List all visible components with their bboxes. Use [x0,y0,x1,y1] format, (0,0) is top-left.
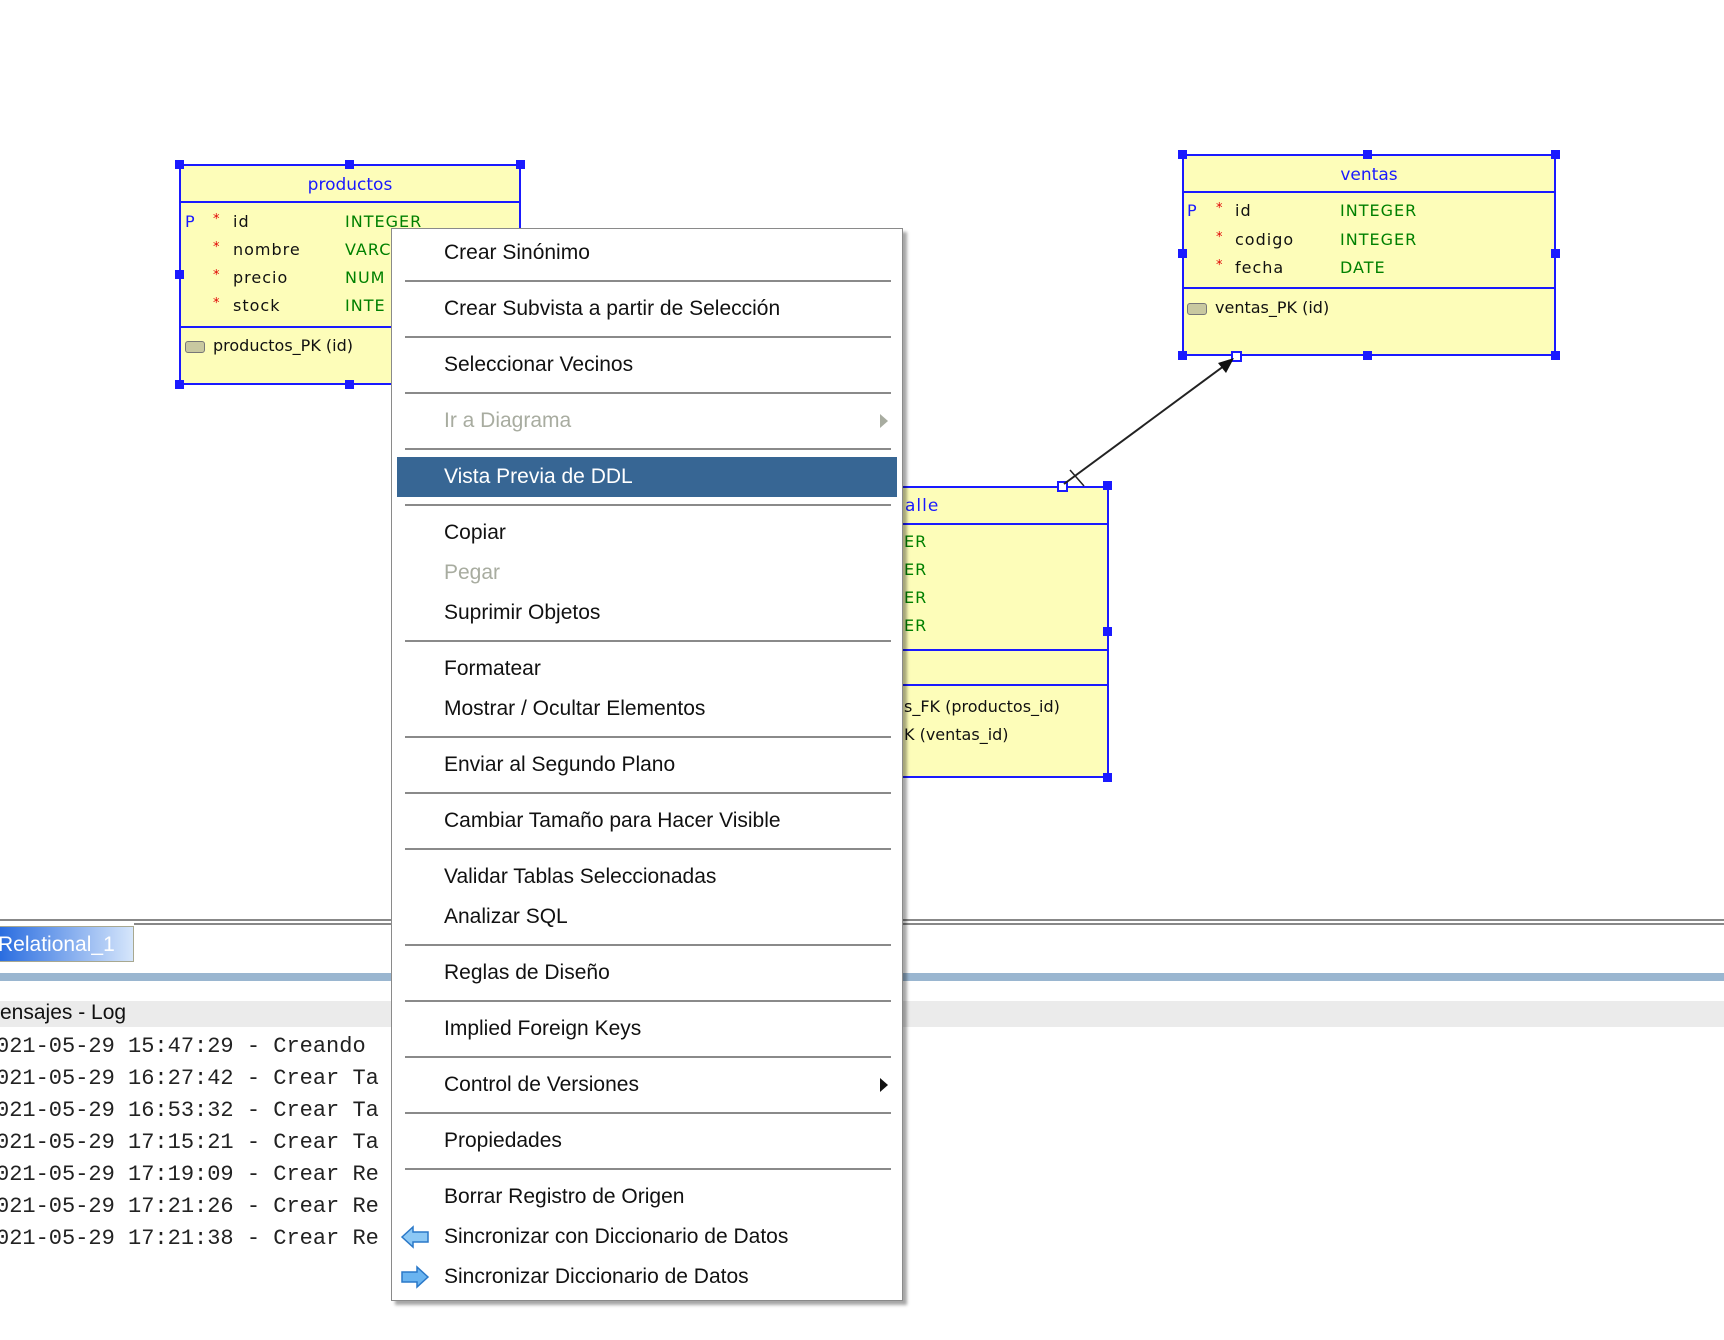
context-menu: Crear Sinónimo Crear Subvista a partir d… [391,228,903,1301]
menu-label: Propiedades [444,1129,562,1152]
submenu-arrow-icon [880,414,888,428]
menu-item-reglas-diseno[interactable]: Reglas de Diseño [392,953,902,993]
menu-item-cambiar-tamano[interactable]: Cambiar Tamaño para Hacer Visible [392,801,902,841]
menu-separator [405,736,891,738]
menu-item-seleccionar-vecinos[interactable]: Seleccionar Vecinos [392,345,902,385]
log-panel-title: ensajes - Log [0,1001,127,1024]
menu-item-ir-a-diagrama[interactable]: Ir a Diagrama [392,401,902,441]
menu-item-crear-subvista[interactable]: Crear Subvista a partir de Selección [392,289,902,329]
menu-label: Control de Versiones [444,1073,639,1096]
menu-item-copiar[interactable]: Copiar [392,513,902,553]
menu-item-enviar-segundo-plano[interactable]: Enviar al Segundo Plano [392,745,902,785]
menu-label: Formatear [444,657,541,680]
arrow-right-icon [401,1265,430,1289]
menu-separator [405,392,891,394]
menu-item-suprimir-objetos[interactable]: Suprimir Objetos [392,593,902,633]
menu-separator [405,944,891,946]
menu-separator [405,280,891,282]
menu-label: Seleccionar Vecinos [444,353,634,376]
menu-separator [405,1056,891,1058]
menu-item-propiedades[interactable]: Propiedades [392,1121,902,1161]
menu-label: Enviar al Segundo Plano [444,753,676,776]
menu-label: Reglas de Diseño [444,961,610,984]
log-line: 021-05-29 16:27:42 - Crear Ta [0,1066,379,1091]
log-line: 021-05-29 17:19:09 - Crear Re [0,1162,379,1187]
menu-separator [405,640,891,642]
menu-item-pegar[interactable]: Pegar [392,553,902,593]
menu-item-crear-sinonimo[interactable]: Crear Sinónimo [392,233,902,273]
menu-label: Ir a Diagrama [444,409,572,432]
menu-label: Sincronizar con Diccionario de Datos [444,1225,789,1248]
menu-label: Validar Tablas Seleccionadas [444,865,717,888]
menu-label: Cambiar Tamaño para Hacer Visible [444,809,781,832]
menu-item-control-versiones[interactable]: Control de Versiones [392,1065,902,1105]
tab-relational-1[interactable]: Relational_1 [0,926,134,962]
menu-label: Implied Foreign Keys [444,1017,642,1040]
menu-item-analizar-sql[interactable]: Analizar SQL [392,897,902,937]
menu-item-validar-tablas[interactable]: Validar Tablas Seleccionadas [392,857,902,897]
menu-label: Suprimir Objetos [444,601,601,624]
log-line: 021-05-29 17:21:38 - Crear Re [0,1226,379,1251]
menu-label: Vista Previa de DDL [444,465,633,488]
menu-item-formatear[interactable]: Formatear [392,649,902,689]
menu-item-sincronizar-diccionario[interactable]: Sincronizar Diccionario de Datos [392,1257,902,1297]
panel-divider [134,923,1724,925]
menu-item-sincronizar-con-diccionario[interactable]: Sincronizar con Diccionario de Datos [392,1217,902,1257]
menu-label: Crear Subvista a partir de Selección [444,297,781,320]
menu-label: Crear Sinónimo [444,241,590,264]
menu-separator [405,1000,891,1002]
menu-label: Mostrar / Ocultar Elementos [444,697,706,720]
menu-label: Sincronizar Diccionario de Datos [444,1265,749,1288]
menu-separator [405,448,891,450]
log-line: 021-05-29 17:21:26 - Crear Re [0,1194,379,1219]
menu-item-vista-previa-ddl[interactable]: Vista Previa de DDL [397,457,897,497]
menu-item-implied-foreign-keys[interactable]: Implied Foreign Keys [392,1009,902,1049]
menu-separator [405,504,891,506]
menu-separator [405,848,891,850]
tab-label: Relational_1 [0,933,115,956]
arrow-left-icon [400,1225,429,1249]
submenu-arrow-icon [880,1078,888,1092]
menu-separator [405,336,891,338]
menu-item-mostrar-ocultar[interactable]: Mostrar / Ocultar Elementos [392,689,902,729]
arrow-head-icon [1218,358,1234,373]
log-line: 021-05-29 15:47:29 - Creando [0,1034,366,1059]
menu-item-borrar-registro[interactable]: Borrar Registro de Origen [392,1177,902,1217]
menu-label: Copiar [444,521,506,544]
log-line: 021-05-29 16:53:32 - Crear Ta [0,1098,379,1123]
menu-separator [405,1112,891,1114]
menu-label: Borrar Registro de Origen [444,1185,685,1208]
menu-label: Analizar SQL [444,905,568,928]
menu-separator [405,1168,891,1170]
log-line: 021-05-29 17:15:21 - Crear Ta [0,1130,379,1155]
menu-separator [405,792,891,794]
menu-label: Pegar [444,561,501,584]
